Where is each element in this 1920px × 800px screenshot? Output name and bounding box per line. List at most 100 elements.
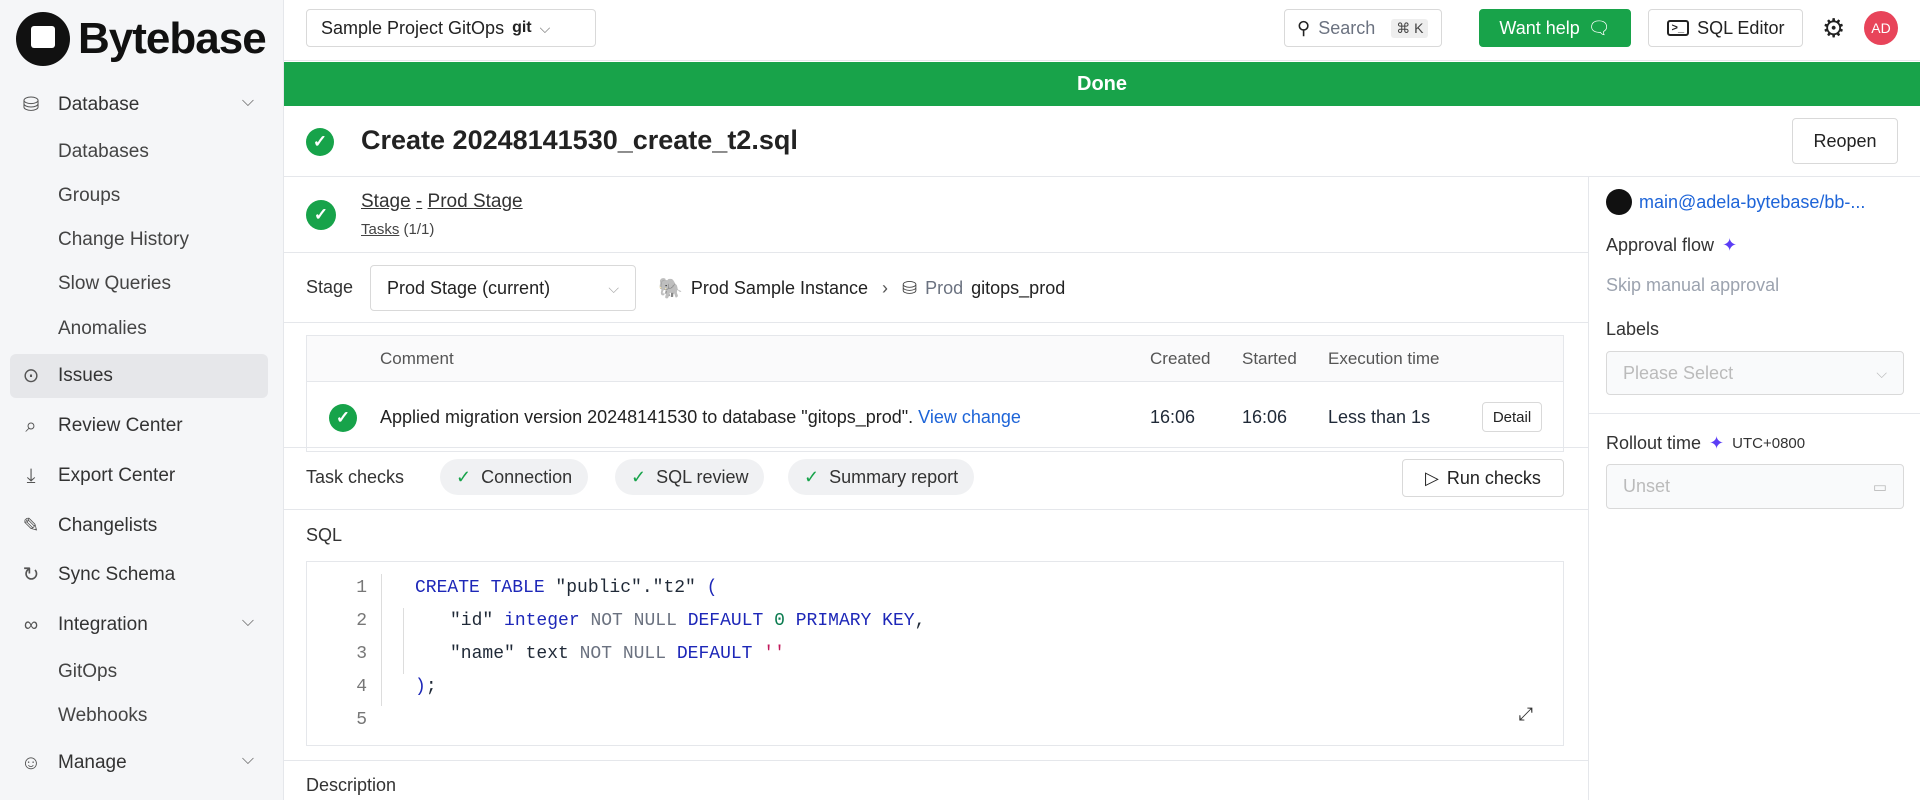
sql-label: SQL [306,525,343,545]
rollout-time-label: Rollout time [1606,433,1702,453]
sidebar-item-change-history[interactable]: Change History [10,218,268,262]
sidebar-item-database[interactable]: ⛁ Database ⌵ [10,83,268,127]
sidebar-item-label: GitOps [58,661,118,682]
sidebar-item-label: Review Center [58,415,183,436]
instance-link[interactable]: Prod Sample Instance [691,278,868,299]
sidebar-item-review-center[interactable]: ⌕ Review Center [10,404,268,448]
play-icon: ▷ [1425,467,1439,488]
check-label: Connection [481,466,573,487]
tasks-count: (1/1) [403,221,435,238]
avatar[interactable]: AD [1864,11,1898,45]
sidebar-item-label: Changelists [58,515,158,536]
sidebar-item-label: Anomalies [58,318,147,339]
project-name: Sample Project GitOps [321,17,505,38]
labels-select[interactable]: Please Select ⌵ [1606,351,1904,395]
stage-separator: - [415,191,423,212]
gear-icon[interactable]: ⚙ [1822,13,1845,44]
users-icon: ☺ [20,752,42,774]
labels-placeholder: Please Select [1623,362,1734,383]
task-checks-label: Task checks [306,467,405,487]
link-icon: ∞ [23,614,39,636]
timezone: UTC+0800 [1732,435,1806,452]
rollout-time-input[interactable]: Unset ▭ [1606,464,1904,509]
check-sql-review[interactable]: ✓ SQL review [615,459,765,495]
sidebar-item-export-center[interactable]: ⤓ Export Center [10,454,268,498]
stage-link[interactable]: Stage [361,191,411,212]
check-icon: ✓ [631,466,647,487]
circle-dot-icon: ⊙ [22,365,40,387]
chevron-down-icon: ⌵ [539,19,551,36]
sidebar-item-label: Manage [58,752,127,773]
stage-name-link[interactable]: Prod Stage [428,191,523,212]
row-comment: Applied migration version 20248141530 to… [380,407,914,427]
chevron-down-icon[interactable]: ⌵ [242,613,254,631]
sql-editor-button[interactable]: >_ SQL Editor [1648,9,1803,47]
sidebar-item-label: Issues [58,365,113,386]
issue-title: Create 20248141530_create_t2.sql [361,125,798,155]
git-link-text[interactable]: main@adela-bytebase/bb-... [1639,192,1865,213]
success-icon: ✓ [329,404,357,432]
review-icon: ⌕ [25,415,37,437]
col-exec-time: Execution time [1328,349,1440,368]
database-link[interactable]: gitops_prod [971,278,1065,299]
want-help-button[interactable]: Want help 🗨 [1479,9,1631,47]
chevron-down-icon: ⌵ [1876,364,1887,381]
check-icon: ✓ [456,466,472,487]
sidebar-item-label: Webhooks [58,705,148,726]
sidebar-item-groups[interactable]: Groups [10,174,268,218]
approval-flow-label: Approval flow [1606,235,1715,255]
line-number: 2 [356,611,367,631]
sidebar-item-slow-queries[interactable]: Slow Queries [10,262,268,306]
sidebar-item-integration[interactable]: ∞ Integration ⌵ [10,603,268,647]
task-run-table: Comment Created Started Execution time ✓… [306,335,1564,452]
sidebar-item-issues[interactable]: ⊙ Issues [10,354,268,398]
database-icon: ⛁ [22,94,40,116]
reopen-button[interactable]: Reopen [1792,118,1898,164]
check-summary-report[interactable]: ✓ Summary report [788,459,975,495]
sql-editor[interactable]: 1 2 3 4 5 CREATE TABLE "public"."t2" ( "… [306,561,1564,746]
database-icon: ⛁ [902,278,918,298]
row-started: 16:06 [1242,407,1288,427]
divider [284,509,1588,510]
sparkle-icon: ✦ [1722,235,1738,255]
rollout-placeholder: Unset [1623,476,1671,496]
sidebar-item-label: Slow Queries [58,273,171,294]
stage-done-icon: ✓ [306,200,336,230]
db-env: Prod [925,278,964,298]
view-change-link[interactable]: View change [918,407,1021,427]
sidebar-item-changelists[interactable]: ✎ Changelists [10,504,268,548]
run-checks-button[interactable]: ▷ Run checks [1402,459,1564,497]
check-label: Summary report [829,466,959,487]
expand-icon[interactable]: ⤢ [1519,704,1533,725]
check-label: SQL review [656,466,749,487]
want-help-label: Want help [1499,17,1580,38]
status-banner: Done [284,62,1920,106]
sidebar-item-label: Databases [58,141,149,162]
description-label: Description [306,775,397,795]
sidebar-item-databases[interactable]: Databases [10,130,268,174]
line-number: 5 [356,710,367,730]
labels-label: Labels [1606,319,1660,339]
sidebar-item-gitops[interactable]: GitOps [10,650,268,694]
search-icon: ⚲ [1297,17,1311,38]
bytebase-logo[interactable]: Bytebase [16,12,267,66]
sidebar-item-anomalies[interactable]: Anomalies [10,307,268,351]
download-icon: ⤓ [26,465,36,487]
row-created: 16:06 [1150,407,1196,427]
sidebar-item-sync-schema[interactable]: ↻ Sync Schema [10,553,268,597]
check-connection[interactable]: ✓ Connection [440,459,589,495]
chevron-down-icon[interactable]: ⌵ [242,93,254,111]
chevron-down-icon[interactable]: ⌵ [242,751,254,769]
sidebar-item-manage[interactable]: ☺ Manage ⌵ [10,741,268,785]
tasks-link[interactable]: Tasks [361,221,399,238]
sql-editor-label: SQL Editor [1697,17,1785,38]
right-panel-divider [1588,176,1589,800]
detail-button[interactable]: Detail [1482,402,1542,432]
project-selector[interactable]: Sample Project GitOps git ⌵ [306,9,596,47]
line-number: 1 [356,578,367,598]
search-button[interactable]: ⚲ Search ⌘ K [1284,9,1442,47]
stage-select[interactable]: Prod Stage (current) ⌵ [370,265,636,311]
sidebar-item-webhooks[interactable]: Webhooks [10,694,268,738]
git-link[interactable]: main@adela-bytebase/bb-... [1606,189,1865,215]
divider [284,176,1920,177]
